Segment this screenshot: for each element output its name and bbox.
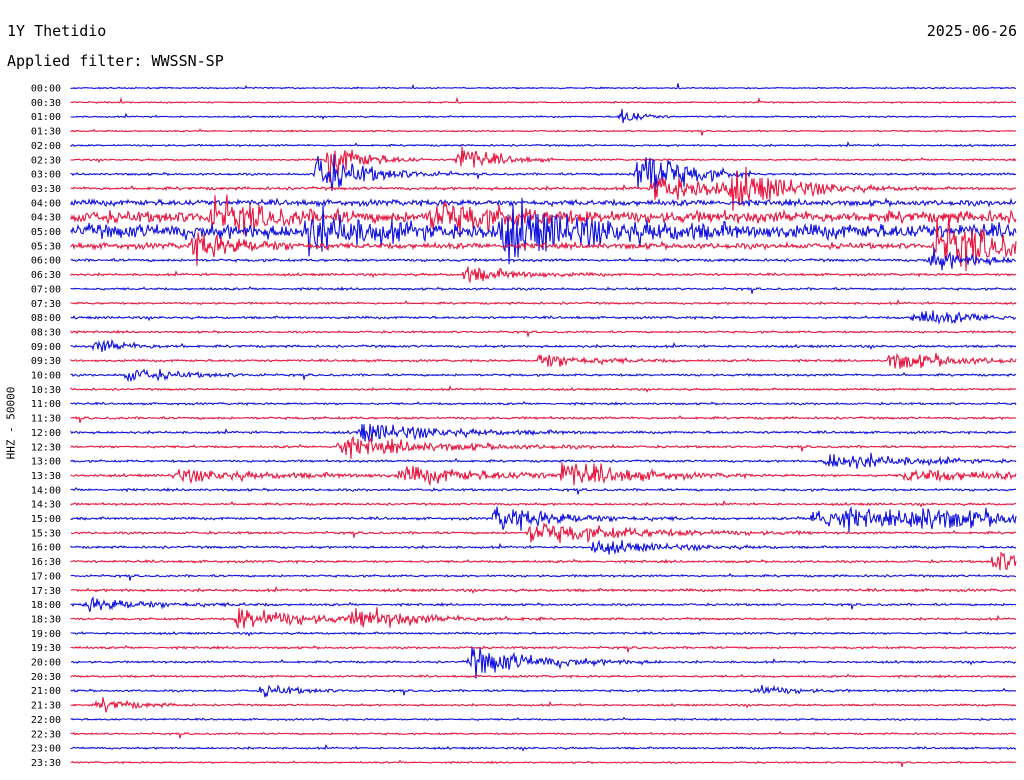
row-time-label: 18:00 bbox=[31, 600, 61, 611]
row-time-label: 17:00 bbox=[31, 571, 61, 582]
row-time-label: 07:30 bbox=[31, 299, 61, 310]
row-time-label: 18:30 bbox=[31, 614, 61, 625]
trace-row bbox=[70, 521, 1017, 544]
row-time-label: 04:00 bbox=[31, 198, 61, 209]
row-time-label: 10:00 bbox=[31, 371, 61, 382]
row-time-label: 20:00 bbox=[31, 658, 61, 669]
trace-row bbox=[70, 759, 1017, 768]
trace-row bbox=[70, 697, 1017, 713]
trace-row bbox=[70, 338, 1017, 352]
trace-row bbox=[70, 423, 1017, 442]
trace-row bbox=[70, 96, 1017, 104]
row-time-label: 03:30 bbox=[31, 184, 61, 195]
row-time-label: 19:00 bbox=[31, 629, 61, 640]
row-time-label: 11:00 bbox=[31, 399, 61, 410]
row-time-label: 22:30 bbox=[31, 729, 61, 740]
row-time-label: 13:00 bbox=[31, 457, 61, 468]
row-time-label: 20:30 bbox=[31, 672, 61, 683]
row-time-label: 21:00 bbox=[31, 686, 61, 697]
row-time-label: 23:30 bbox=[31, 758, 61, 769]
trace-row bbox=[70, 673, 1017, 679]
row-time-label: 12:30 bbox=[31, 442, 61, 453]
trace-row bbox=[70, 435, 1017, 459]
trace-row bbox=[70, 730, 1017, 739]
trace-row bbox=[70, 400, 1017, 407]
trace-row bbox=[70, 743, 1017, 752]
trace-row bbox=[70, 596, 1017, 612]
row-time-label: 10:30 bbox=[31, 385, 61, 396]
trace-row bbox=[70, 128, 1017, 136]
row-time-label: 01:00 bbox=[31, 112, 61, 123]
row-time-label: 13:30 bbox=[31, 471, 61, 482]
trace-row bbox=[70, 352, 1017, 369]
row-time-label: 12:00 bbox=[31, 428, 61, 439]
trace-row bbox=[70, 286, 1017, 294]
trace-row bbox=[70, 146, 1017, 183]
row-time-label: 22:00 bbox=[31, 715, 61, 726]
row-time-label: 14:00 bbox=[31, 485, 61, 496]
trace-row bbox=[70, 684, 1017, 698]
row-time-label: 08:00 bbox=[31, 313, 61, 324]
row-time-label: 04:30 bbox=[31, 213, 61, 224]
trace-row bbox=[70, 298, 1017, 306]
row-time-label: 15:30 bbox=[31, 528, 61, 539]
trace-row bbox=[70, 108, 1017, 124]
trace-row bbox=[70, 368, 1017, 383]
trace-row bbox=[70, 539, 1017, 555]
trace-row bbox=[70, 585, 1017, 594]
trace-row bbox=[70, 644, 1017, 653]
row-time-label: 05:30 bbox=[31, 241, 61, 252]
trace-row bbox=[70, 141, 1017, 148]
row-time-label: 17:30 bbox=[31, 586, 61, 597]
trace-row bbox=[70, 486, 1017, 495]
row-time-label: 23:00 bbox=[31, 744, 61, 755]
row-time-label: 00:00 bbox=[31, 84, 61, 95]
row-time-label: 05:00 bbox=[31, 227, 61, 238]
trace-row bbox=[70, 266, 1017, 284]
trace-row bbox=[70, 499, 1017, 508]
row-time-label: 01:30 bbox=[31, 127, 61, 138]
row-time-label: 08:30 bbox=[31, 327, 61, 338]
trace-row bbox=[70, 385, 1017, 393]
row-time-label: 16:00 bbox=[31, 543, 61, 554]
row-time-label: 03:00 bbox=[31, 170, 61, 181]
trace-row bbox=[70, 462, 1017, 487]
row-time-label: 15:00 bbox=[31, 514, 61, 525]
trace-row bbox=[70, 197, 1017, 265]
row-time-label: 00:30 bbox=[31, 98, 61, 109]
trace-row bbox=[70, 414, 1017, 423]
row-time-label: 09:00 bbox=[31, 342, 61, 353]
row-time-label: 02:00 bbox=[31, 141, 61, 152]
trace-row bbox=[70, 551, 1017, 571]
row-time-label: 11:30 bbox=[31, 414, 61, 425]
row-time-label: 19:30 bbox=[31, 643, 61, 654]
row-time-label: 06:00 bbox=[31, 256, 61, 267]
row-time-label: 16:30 bbox=[31, 557, 61, 568]
trace-row bbox=[70, 646, 1017, 679]
trace-row bbox=[70, 196, 1017, 208]
trace-row bbox=[70, 630, 1017, 637]
trace-row bbox=[70, 329, 1017, 337]
row-time-label: 21:30 bbox=[31, 701, 61, 712]
helicorder-plot: 00:00 00:30 01:00 01:30 02:00 02:30 03:00 03:30… bbox=[31, 83, 1017, 769]
trace-row bbox=[70, 452, 1017, 469]
trace-row bbox=[70, 572, 1017, 581]
row-time-label: 09:30 bbox=[31, 356, 61, 367]
trace-row bbox=[70, 83, 1017, 90]
row-time-label: 02:30 bbox=[31, 155, 61, 166]
trace-row bbox=[70, 607, 1017, 630]
row-time-label: 14:30 bbox=[31, 500, 61, 511]
row-time-label: 06:30 bbox=[31, 270, 61, 281]
row-time-label: 07:00 bbox=[31, 284, 61, 295]
trace-row bbox=[70, 310, 1017, 326]
trace-row bbox=[70, 716, 1017, 722]
